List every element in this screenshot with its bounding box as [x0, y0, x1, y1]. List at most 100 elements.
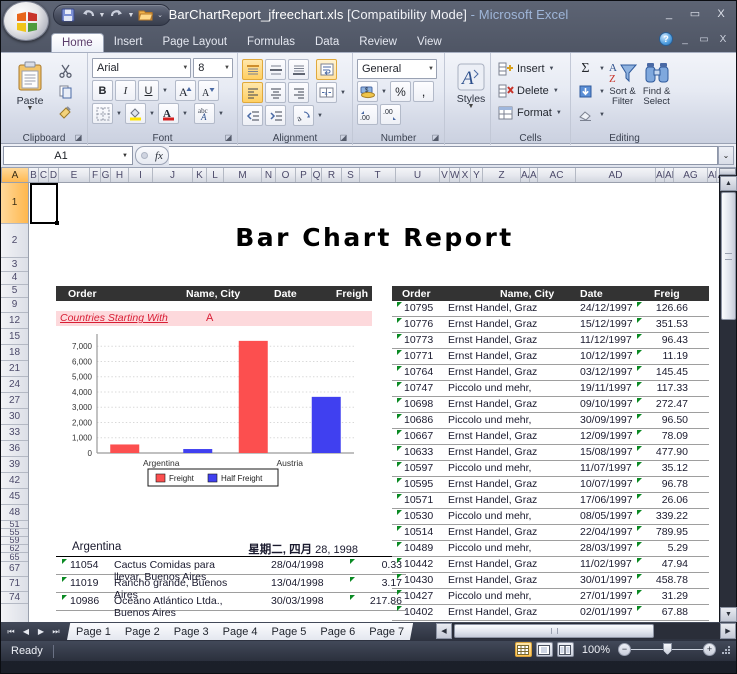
align-middle-button[interactable]: [265, 59, 286, 80]
accounting-format-icon[interactable]: $: [357, 81, 378, 102]
row-header-67[interactable]: 67: [1, 562, 28, 577]
zoom-out-button[interactable]: −: [618, 643, 631, 656]
delete-cells-dropdown-icon[interactable]: ▼: [552, 88, 560, 94]
tab-insert[interactable]: Insert: [104, 32, 153, 52]
scroll-up-button[interactable]: ▲: [720, 176, 737, 191]
insert-cells-dropdown-icon[interactable]: ▼: [548, 66, 556, 72]
column-header-n[interactable]: N: [262, 168, 276, 182]
sheet-tab-4[interactable]: Page 4: [213, 623, 267, 640]
sheet-tab-5[interactable]: Page 5: [262, 623, 316, 640]
font-color-icon[interactable]: A: [158, 103, 179, 124]
column-header-s[interactable]: S: [342, 168, 360, 182]
increase-indent-button[interactable]: [265, 105, 286, 126]
find-select-button[interactable]: Find & Select: [639, 58, 674, 127]
name-box[interactable]: A1 ▼: [3, 146, 133, 165]
column-header-u[interactable]: U: [396, 168, 440, 182]
sheet-tab-6[interactable]: Page 6: [311, 623, 365, 640]
clear-dropdown-icon[interactable]: ▼: [598, 112, 606, 118]
first-sheet-button[interactable]: ⏮: [4, 625, 18, 639]
window-minimize-button[interactable]: _: [658, 5, 680, 22]
row-header-36[interactable]: 36: [1, 441, 28, 457]
number-dialog-launcher-icon[interactable]: ◪: [430, 132, 441, 143]
column-header-ag[interactable]: AG: [674, 168, 708, 182]
fill-icon[interactable]: [575, 81, 596, 102]
grow-font-button[interactable]: A: [175, 80, 196, 101]
sheet-tab-3[interactable]: Page 3: [164, 623, 218, 640]
font-color-dropdown-icon[interactable]: ▼: [181, 111, 189, 117]
next-sheet-button[interactable]: ▶: [34, 625, 48, 639]
comma-format-button[interactable]: ,: [413, 81, 434, 102]
row-header-1[interactable]: 1: [1, 183, 28, 224]
formula-input[interactable]: [168, 146, 718, 165]
number-format-dropdown-icon[interactable]: ▼: [425, 66, 434, 72]
row-header-12[interactable]: 12: [1, 313, 28, 329]
column-header-z[interactable]: Z: [483, 168, 521, 182]
column-header-m[interactable]: M: [224, 168, 262, 182]
row-header-62[interactable]: 62: [1, 545, 28, 553]
format-cells-button[interactable]: Format ▼: [495, 102, 566, 124]
vertical-scrollbar[interactable]: ▲ ▼: [719, 168, 737, 622]
row-header-27[interactable]: 27: [1, 393, 28, 409]
row-header-3[interactable]: 3: [1, 258, 28, 272]
row-header-30[interactable]: 30: [1, 409, 28, 425]
column-header-aa[interactable]: AA: [521, 168, 530, 182]
help-icon[interactable]: ?: [659, 32, 673, 46]
prev-sheet-button[interactable]: ◀: [19, 625, 33, 639]
window-close-button[interactable]: X: [710, 5, 732, 22]
phonetic-guide-icon[interactable]: abc A: [194, 103, 215, 124]
vertical-split-handle[interactable]: [719, 168, 736, 175]
alignment-dialog-launcher-icon[interactable]: ◪: [338, 132, 349, 143]
increase-decimal-button[interactable]: .00: [357, 104, 378, 125]
formula-bar-expand-icon[interactable]: ⌄: [718, 146, 734, 165]
tab-view[interactable]: View: [407, 32, 452, 52]
column-header-p[interactable]: P: [296, 168, 312, 182]
sort-filter-button[interactable]: A Z Sort & Filter: [606, 58, 639, 127]
wrap-text-button[interactable]: [316, 59, 337, 80]
tab-home[interactable]: Home: [51, 33, 104, 53]
resize-grip-icon[interactable]: [720, 644, 732, 656]
align-center-button[interactable]: [265, 82, 286, 103]
row-header-24[interactable]: 24: [1, 377, 28, 393]
clipboard-dialog-launcher-icon[interactable]: ◪: [73, 132, 84, 143]
column-header-w[interactable]: W: [450, 168, 460, 182]
sheet-tab-1[interactable]: Page 1: [67, 623, 120, 640]
row-header-55[interactable]: 55: [1, 529, 28, 537]
ribbon-minimize-button[interactable]: _: [678, 34, 692, 45]
fill-color-dropdown-icon[interactable]: ▼: [148, 111, 156, 117]
fill-dropdown-icon[interactable]: ▼: [598, 89, 606, 95]
name-box-dropdown-icon[interactable]: ▼: [118, 153, 132, 159]
row-header-42[interactable]: 42: [1, 473, 28, 489]
row-header-5[interactable]: 5: [1, 285, 28, 298]
row-header-74[interactable]: 74: [1, 592, 28, 604]
column-header-i[interactable]: I: [129, 168, 153, 182]
office-button[interactable]: [3, 1, 49, 41]
horizontal-scrollbar[interactable]: ◀ ▶: [436, 623, 736, 639]
row-header-4[interactable]: 4: [1, 272, 28, 285]
column-header-c[interactable]: C: [39, 168, 49, 182]
ribbon-restore-button[interactable]: ▭: [697, 34, 711, 45]
sheet-tab-2[interactable]: Page 2: [115, 623, 169, 640]
tab-page-layout[interactable]: Page Layout: [152, 32, 237, 52]
cut-icon[interactable]: [55, 60, 76, 81]
autosum-dropdown-icon[interactable]: ▼: [598, 66, 606, 72]
bold-button[interactable]: B: [92, 80, 113, 101]
font-name-input[interactable]: Arial ▼: [92, 58, 192, 78]
row-header-9[interactable]: 9: [1, 298, 28, 313]
underline-dropdown-icon[interactable]: ▼: [161, 88, 169, 94]
column-header-h[interactable]: H: [111, 168, 129, 182]
insert-cells-button[interactable]: Insert ▼: [495, 58, 566, 80]
zoom-in-button[interactable]: +: [703, 643, 716, 656]
underline-button[interactable]: U: [138, 80, 159, 101]
styles-button[interactable]: A Styles ▼: [449, 56, 493, 110]
align-right-button[interactable]: [288, 82, 309, 103]
window-maximize-button[interactable]: ▭: [684, 5, 706, 22]
paste-button[interactable]: Paste ▼: [5, 56, 55, 123]
column-header-a[interactable]: A: [2, 168, 29, 182]
insert-function-icon[interactable]: fx: [155, 150, 163, 162]
font-dialog-launcher-icon[interactable]: ◪: [223, 132, 234, 143]
row-header-18[interactable]: 18: [1, 345, 28, 361]
column-header-y[interactable]: Y: [471, 168, 483, 182]
format-painter-icon[interactable]: [55, 102, 76, 123]
delete-cells-button[interactable]: Delete ▼: [495, 80, 566, 102]
vertical-scroll-thumb[interactable]: [721, 192, 736, 320]
